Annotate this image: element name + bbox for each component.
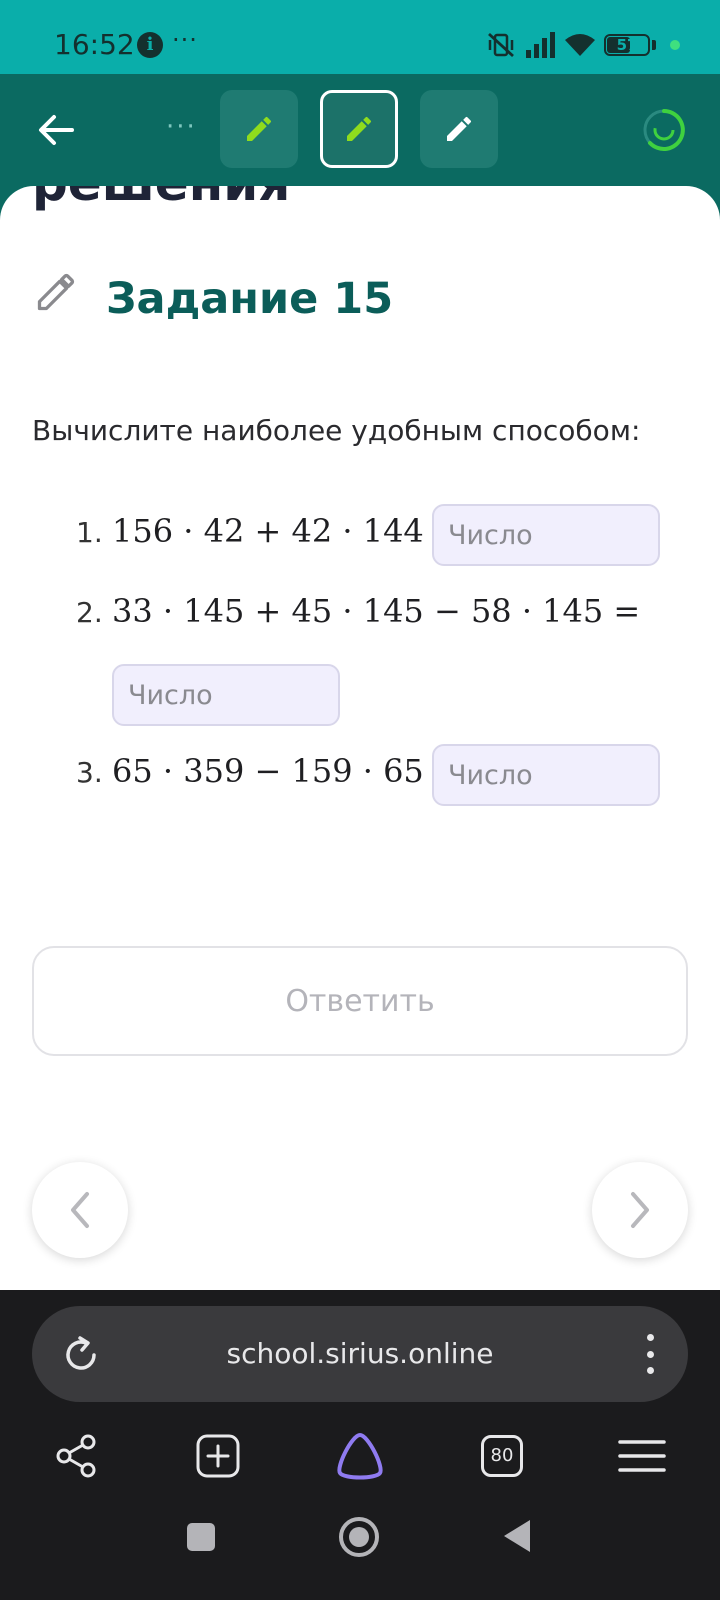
next-task-button[interactable] xyxy=(592,1162,688,1258)
pencil-icon xyxy=(247,116,271,141)
problem-expression: 65 · 359 − 159 · 65 = xyxy=(112,752,461,790)
task-title: Задание 15 xyxy=(106,274,394,324)
problem-number: 3. xyxy=(76,756,103,789)
kebab-dot xyxy=(646,1367,654,1374)
status-icons: 57 xyxy=(486,30,680,60)
new-tab-button[interactable] xyxy=(192,1430,244,1482)
privacy-dot-icon xyxy=(670,40,680,50)
progress-ring-icon[interactable] xyxy=(642,108,686,152)
task-tab-1[interactable] xyxy=(220,90,298,168)
problem-number: 1. xyxy=(76,516,103,549)
browser-chrome: school.sirius.online 80 xyxy=(0,1290,720,1600)
pencil-icon xyxy=(447,116,471,141)
kebab-dot xyxy=(646,1334,654,1341)
chevron-left-icon xyxy=(71,1192,89,1228)
submit-button[interactable]: Ответить xyxy=(32,946,688,1056)
previous-section-title: решения xyxy=(32,186,290,212)
status-more-indicator: ··· xyxy=(172,26,198,54)
answer-input-3[interactable] xyxy=(432,744,660,806)
signal-icon xyxy=(526,32,555,58)
tabs-button[interactable]: 80 xyxy=(476,1430,528,1482)
address-bar[interactable]: school.sirius.online xyxy=(32,1306,688,1402)
vibrate-off-icon xyxy=(488,32,514,58)
system-back-button[interactable] xyxy=(502,1518,532,1554)
problem-expression: 33 · 145 + 45 · 145 − 58 · 145 = xyxy=(112,592,641,630)
hamburger-icon xyxy=(618,1440,666,1472)
kebab-dot xyxy=(646,1350,654,1358)
share-button[interactable] xyxy=(50,1430,102,1482)
share-icon xyxy=(56,1434,96,1478)
status-time: 16:52 xyxy=(54,28,135,61)
alice-assistant-icon xyxy=(337,1433,383,1480)
home-button[interactable] xyxy=(338,1516,380,1558)
recents-button[interactable] xyxy=(186,1522,216,1552)
answer-input-1[interactable] xyxy=(432,504,660,566)
problem-expression: 156 · 42 + 42 · 144 = xyxy=(112,512,461,550)
task-toolbar: ··· xyxy=(0,74,720,186)
status-bar: 16:52 i ··· 57 xyxy=(0,0,720,74)
alice-assistant-button[interactable] xyxy=(334,1430,386,1482)
info-icon: i xyxy=(137,32,163,58)
answer-input-2[interactable] xyxy=(112,664,340,726)
plus-square-icon xyxy=(196,1434,240,1478)
task-card: решения Задание 15 Вычислите наиболее уд… xyxy=(0,186,720,1290)
browser-menu-button[interactable] xyxy=(646,1334,654,1374)
wifi-icon xyxy=(565,34,595,56)
tabs-count: 80 xyxy=(481,1435,523,1477)
previous-task-button[interactable] xyxy=(32,1162,128,1258)
battery-level: 57 xyxy=(616,36,638,54)
task-instruction: Вычислите наиболее удобным способом: xyxy=(32,414,641,447)
url-text: school.sirius.online xyxy=(226,1337,494,1370)
chevron-right-icon xyxy=(631,1192,649,1228)
pencil-icon xyxy=(37,273,75,311)
battery-icon: 57 xyxy=(604,34,650,56)
back-button[interactable] xyxy=(30,104,82,156)
more-tasks-button[interactable]: ··· xyxy=(166,112,197,142)
pencil-icon xyxy=(347,116,371,141)
task-tab-2-active[interactable] xyxy=(320,90,398,168)
problem-number: 2. xyxy=(76,596,103,629)
hamburger-menu-button[interactable] xyxy=(616,1430,668,1482)
task-tab-3[interactable] xyxy=(420,90,498,168)
arrow-left-icon xyxy=(39,115,74,145)
battery-tip xyxy=(652,40,656,50)
